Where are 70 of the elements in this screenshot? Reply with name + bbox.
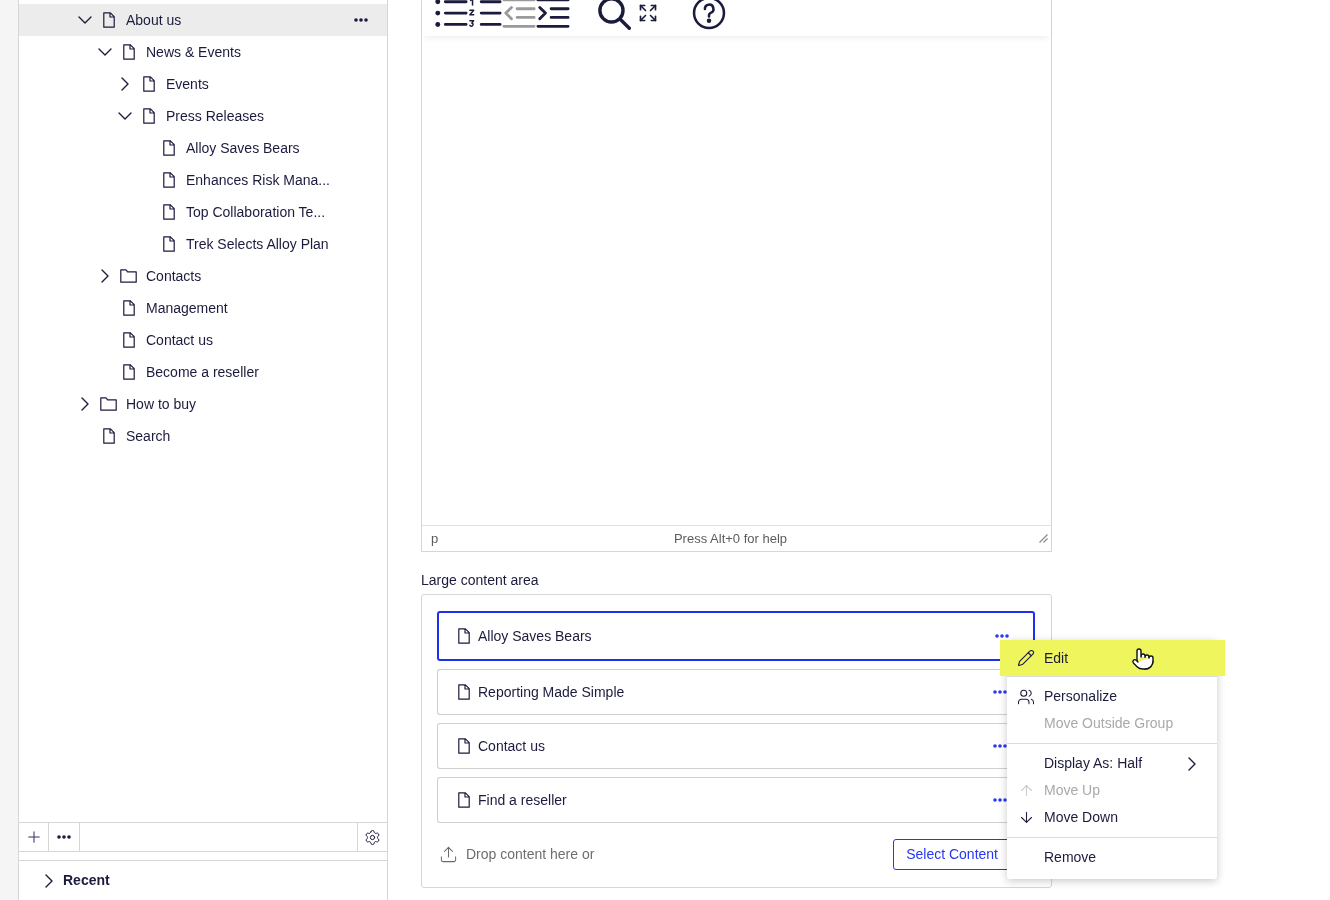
page-icon [162, 236, 175, 252]
folder-icon [100, 397, 117, 411]
upload-icon [439, 845, 458, 864]
content-item[interactable]: Reporting Made Simple [437, 669, 1007, 715]
settings-icon [364, 828, 381, 846]
more-icon[interactable] [354, 18, 368, 22]
page-icon [122, 300, 135, 316]
fullscreen-icon[interactable] [638, 3, 658, 23]
menu-item[interactable]: Display As: Half [1007, 750, 1217, 777]
resize-handle-icon[interactable] [1039, 534, 1048, 543]
tree-item[interactable]: Top Collaboration Te... [19, 196, 387, 228]
tree-item[interactable]: Press Releases [19, 100, 387, 132]
more-icon[interactable] [993, 798, 1007, 802]
page-icon [162, 204, 175, 220]
tree-item[interactable]: Search [19, 420, 387, 452]
page-icon [102, 12, 115, 28]
page-icon [458, 792, 470, 808]
tree-item[interactable]: Contacts [19, 260, 387, 292]
chevron-right-icon[interactable] [121, 77, 129, 91]
hand-cursor-icon [1131, 647, 1155, 671]
more-icon[interactable] [995, 634, 1009, 638]
tree-item[interactable]: Enhances Risk Mana... [19, 164, 387, 196]
bullet-list-icon[interactable] [434, 0, 468, 29]
content-item[interactable]: Find a reseller [437, 777, 1007, 823]
drop-hint-text: Drop content here or [466, 845, 595, 864]
chevron-down-icon[interactable] [118, 112, 132, 120]
search-icon[interactable] [597, 0, 631, 30]
help-icon[interactable] [692, 0, 726, 30]
page-icon [102, 428, 115, 444]
pencil-icon [1017, 649, 1035, 667]
tree-item[interactable]: Management [19, 292, 387, 324]
indent-icon[interactable] [536, 0, 570, 29]
section-header[interactable]: Recent [44, 870, 110, 891]
page-icon [458, 628, 470, 644]
numbered-list-icon[interactable] [468, 0, 502, 29]
tree-item[interactable]: Trek Selects Alloy Plan [19, 228, 387, 260]
help-text: Press Alt+0 for help [673, 529, 789, 548]
folder-icon [120, 269, 137, 283]
chevron-right-icon[interactable] [81, 397, 89, 411]
chevron-right-icon [45, 873, 53, 888]
tree-item[interactable]: About us [19, 4, 387, 36]
page-icon [142, 108, 155, 124]
chevron-down-icon[interactable] [78, 16, 92, 24]
element-path: p [430, 529, 439, 548]
page-icon [142, 76, 155, 92]
more-icon[interactable] [993, 690, 1007, 694]
tree-item[interactable]: Become a reseller [19, 356, 387, 388]
page-icon [122, 44, 135, 60]
chevron-right-icon[interactable] [101, 269, 109, 283]
more-icon [57, 835, 71, 839]
page-icon [122, 364, 135, 380]
page-icon [162, 140, 175, 156]
page-icon [458, 738, 470, 754]
tree-item[interactable]: Alloy Saves Bears [19, 132, 387, 164]
menu-item[interactable]: Edit [1000, 640, 1225, 676]
content-item[interactable]: Contact us [437, 723, 1007, 769]
page-icon [122, 332, 135, 348]
more-icon[interactable] [993, 744, 1007, 748]
chevron-right-icon [1188, 756, 1196, 771]
page-icon [458, 684, 470, 700]
tree-item[interactable]: Contact us [19, 324, 387, 356]
tree-item[interactable]: News & Events [19, 36, 387, 68]
field-label: Large content area [421, 571, 539, 590]
page-icon [162, 172, 175, 188]
chevron-down-icon[interactable] [98, 48, 112, 56]
tree-item[interactable]: How to buy [19, 388, 387, 420]
menu-item[interactable]: Personalize [1007, 683, 1217, 710]
tree-item[interactable]: Events [19, 68, 387, 100]
menu-item[interactable]: Move Down [1007, 804, 1217, 831]
content-item[interactable]: Alloy Saves Bears [437, 611, 1035, 661]
